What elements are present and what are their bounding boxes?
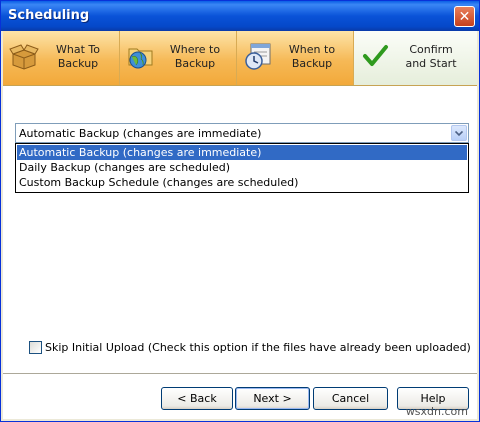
step-label: Where to Backup xyxy=(169,43,221,70)
schedule-type-select[interactable]: Automatic Backup (changes are immediate) xyxy=(15,123,469,143)
wizard-content: What To Backup Where to Backup When to B… xyxy=(3,31,477,419)
option-custom-backup-schedule[interactable]: Custom Backup Schedule (changes are sche… xyxy=(17,175,467,190)
skip-initial-upload-checkbox[interactable] xyxy=(29,341,42,354)
wizard-steps: What To Backup Where to Backup When to B… xyxy=(3,31,477,87)
step-where-to-backup[interactable]: Where to Backup xyxy=(120,31,237,85)
option-automatic-backup[interactable]: Automatic Backup (changes are immediate) xyxy=(17,145,467,160)
step-label: When to Backup xyxy=(288,43,336,70)
open-box-icon xyxy=(9,44,39,70)
close-button[interactable]: ✕ xyxy=(454,6,475,27)
option-daily-backup[interactable]: Daily Backup (changes are scheduled) xyxy=(17,160,467,175)
folder-globe-icon xyxy=(128,48,153,69)
skip-initial-upload-label[interactable]: Skip Initial Upload (Check this option i… xyxy=(45,341,471,354)
steps-divider xyxy=(3,85,477,86)
scheduling-window: Scheduling ✕ What To Backup Where to Bac… xyxy=(0,0,480,422)
footer-separator xyxy=(3,373,477,374)
next-button[interactable]: Next > xyxy=(235,387,310,410)
schedule-options-list: Automatic Backup (changes are immediate)… xyxy=(15,143,469,193)
chevron-down-icon xyxy=(455,130,463,137)
checkmark-icon xyxy=(363,45,388,66)
cancel-button[interactable]: Cancel xyxy=(313,387,388,410)
calendar-clock-icon xyxy=(245,43,271,70)
step-what-to-backup[interactable]: What To Backup xyxy=(3,31,120,85)
step-when-to-backup[interactable]: When to Backup xyxy=(237,31,354,85)
step-confirm-and-start[interactable]: Confirm and Start xyxy=(354,31,477,85)
dropdown-button[interactable] xyxy=(451,125,467,141)
watermark: wsxdn.com xyxy=(405,405,468,418)
close-icon: ✕ xyxy=(458,9,471,25)
title-bar[interactable]: Scheduling ✕ xyxy=(1,1,479,31)
window-title: Scheduling xyxy=(8,8,90,23)
selected-value: Automatic Backup (changes are immediate) xyxy=(19,127,262,140)
back-button[interactable]: < Back xyxy=(161,387,233,410)
step-label: What To Backup xyxy=(56,43,100,70)
step-label: Confirm and Start xyxy=(405,43,457,70)
